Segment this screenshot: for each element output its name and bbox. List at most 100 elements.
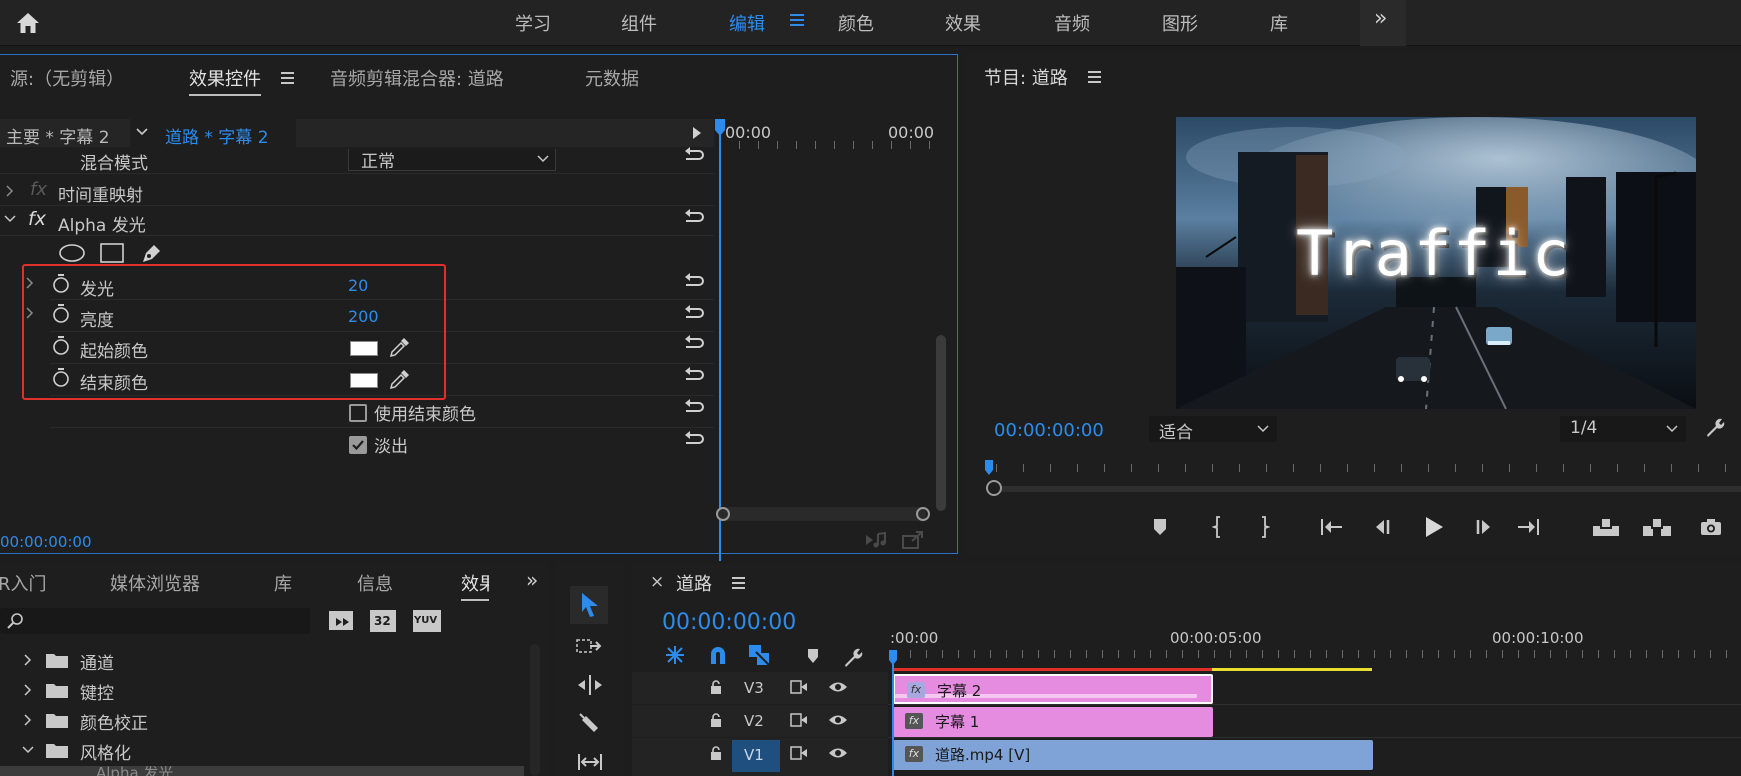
reset-icon[interactable] [682,147,704,169]
sync-lock-icon[interactable] [790,713,808,727]
workspace-learn[interactable]: 学习 [515,10,551,36]
snap-magnet-icon[interactable] [708,644,728,666]
insert-nest-icon[interactable] [664,644,686,666]
tab-learn[interactable]: R入门 [0,570,47,596]
add-marker-icon[interactable] [807,648,819,664]
play-icon[interactable] [1424,516,1444,538]
go-to-in-icon[interactable] [1320,518,1344,536]
close-icon[interactable]: × [650,572,664,592]
32bit-effects-icon[interactable]: 32 [370,610,396,632]
linked-selection-icon[interactable] [748,644,772,666]
workspace-graphics[interactable]: 图形 [1162,10,1198,36]
lock-icon[interactable] [710,713,722,727]
zoom-handle-right[interactable] [916,507,930,521]
workspace-libraries[interactable]: 库 [1270,10,1288,36]
lift-icon[interactable] [1592,516,1620,538]
selection-tool-button[interactable] [570,586,608,624]
eye-icon[interactable] [828,680,848,694]
expand-arrow-icon[interactable] [24,654,32,666]
zoom-handle-left[interactable] [716,507,730,521]
workspace-editing[interactable]: 编辑 [729,10,765,36]
source-patch-v1[interactable]: V1 [732,740,780,772]
sequence-clip-label[interactable]: 道路 * 字幕 2 [165,123,269,148]
lock-icon[interactable] [710,680,722,694]
timeline-settings-wrench-icon[interactable] [842,646,864,668]
master-clip-label[interactable]: 主要 * 字幕 2 [6,123,110,148]
tab-media-browser[interactable]: 媒体浏览器 [110,570,200,596]
reset-icon[interactable] [682,209,704,231]
workspace-more-button[interactable]: » [1360,0,1406,46]
video-preview[interactable]: Traffic [1176,117,1696,409]
tab-audio-clip-mixer[interactable]: 音频剪辑混合器: 道路 [330,65,504,91]
play-triangle-icon[interactable] [692,127,702,139]
clip-video-road[interactable]: fx 道路.mp4 [V] [893,740,1373,770]
mark-in-icon[interactable] [1212,516,1224,538]
wrench-settings-icon[interactable] [1704,416,1726,438]
reset-icon[interactable] [682,431,704,453]
timeline-sequence-title[interactable]: 道路 [676,570,712,596]
mark-out-icon[interactable] [1258,516,1270,538]
reset-icon[interactable] [682,399,704,421]
tab-metadata[interactable]: 元数据 [585,65,639,91]
track-label[interactable]: V2 [744,712,764,730]
rectangle-mask-icon[interactable] [100,243,124,263]
track-select-tool-icon[interactable] [576,636,604,658]
effect-item-alpha-glow[interactable]: Alpha 发光 [0,766,524,776]
export-frame-camera-icon[interactable] [1700,518,1722,536]
program-monitor-title[interactable]: 节目: 道路 [984,64,1068,90]
sync-lock-icon[interactable] [790,680,808,694]
zoom-scrollbar[interactable] [718,507,926,521]
collapse-arrow-icon[interactable] [22,746,34,754]
resolution-dropdown[interactable]: 1/4 [1560,416,1686,442]
tab-effect-controls[interactable]: 效果控件 [189,65,261,96]
track-label[interactable]: V3 [744,679,764,697]
reset-icon[interactable] [682,367,704,389]
workspace-effects[interactable]: 效果 [945,10,981,36]
step-back-icon[interactable] [1372,518,1392,536]
extract-icon[interactable] [1642,516,1672,538]
effects-timecode[interactable]: 00:00:00:00 [0,533,92,551]
workspace-menu-icon[interactable] [790,13,804,27]
home-icon[interactable] [14,9,42,37]
fit-dropdown[interactable]: 适合 [1149,416,1277,443]
eye-icon[interactable] [828,746,848,760]
eye-icon[interactable] [828,713,848,727]
program-timecode[interactable]: 00:00:00:00 [994,420,1104,441]
playhead-marker[interactable] [984,460,994,476]
expand-arrow-icon[interactable] [6,185,14,197]
expand-arrow-icon[interactable] [24,684,32,696]
yuv-effects-icon[interactable]: YUV [413,610,441,632]
overlay-title-text[interactable]: Traffic [1296,217,1571,290]
tab-effects[interactable]: 效果 [461,570,489,601]
ellipse-mask-icon[interactable] [58,243,86,263]
chevron-down-icon[interactable] [136,127,148,137]
panel-menu-icon[interactable] [281,72,294,84]
timeline-timecode[interactable]: 00:00:00:00 [662,610,796,635]
fx-badge-icon[interactable]: fx [28,208,46,230]
reset-icon[interactable] [682,305,704,327]
expand-arrow-icon[interactable] [24,714,32,726]
tab-source[interactable]: 源:（无剪辑） [10,65,124,91]
reset-icon[interactable] [682,273,704,295]
go-to-out-icon[interactable] [1516,518,1540,536]
clip-title-1[interactable]: fx 字幕 1 [893,707,1213,737]
workspace-audio[interactable]: 音频 [1054,10,1090,36]
tab-library[interactable]: 库 [274,570,292,596]
use-end-color-checkbox[interactable] [349,404,367,422]
vertical-scrollbar[interactable] [936,335,946,511]
add-marker-icon[interactable] [1153,518,1167,536]
step-forward-icon[interactable] [1474,518,1494,536]
scrub-handle[interactable] [986,480,1002,496]
effects-search-input[interactable] [0,608,310,634]
vertical-scrollbar[interactable] [530,644,540,776]
razor-tool-icon[interactable] [578,712,602,736]
reset-icon[interactable] [682,335,704,357]
more-tabs-icon[interactable]: » [526,568,538,592]
tab-info[interactable]: 信息 [357,570,393,596]
fade-out-checkbox[interactable] [349,436,367,454]
blend-mode-dropdown[interactable]: 正常 [348,149,556,172]
audio-only-icon[interactable] [864,531,888,549]
accelerated-effects-icon[interactable] [328,610,354,632]
panel-menu-icon[interactable] [732,577,745,589]
ripple-edit-tool-icon[interactable] [576,674,604,696]
